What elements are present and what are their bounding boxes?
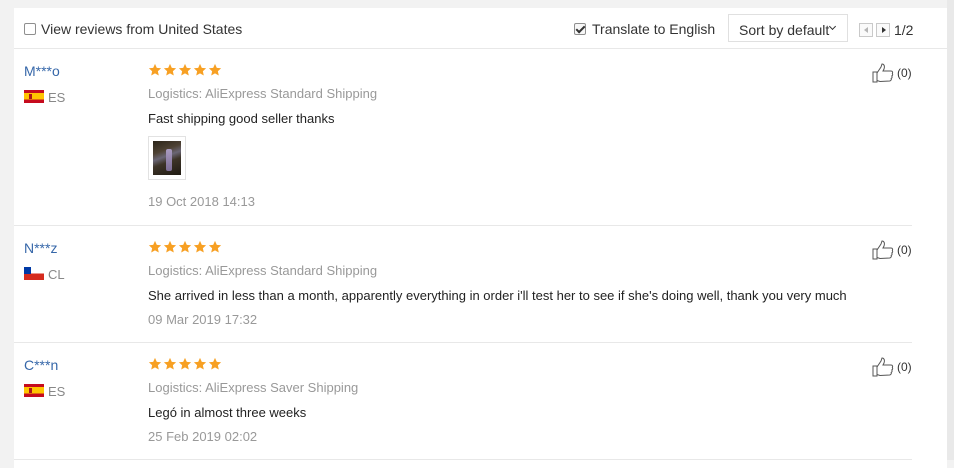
logistics-text: Logistics: AliExpress Saver Shipping <box>148 380 359 395</box>
page-edge <box>947 0 954 460</box>
star-icon <box>148 240 162 253</box>
review-item: M***o ES Logistics: AliExpress Standard … <box>14 49 912 226</box>
star-icon <box>163 357 177 370</box>
thumbs-up-icon[interactable] <box>872 240 894 260</box>
like-count: (0) <box>897 243 912 257</box>
thumbs-up-icon[interactable] <box>872 357 894 377</box>
reviewer-country: ES <box>48 90 66 105</box>
review-photo-thumbnail[interactable] <box>148 136 186 180</box>
star-icon <box>193 357 207 370</box>
review-text: Fast shipping good seller thanks <box>148 111 335 126</box>
star-icon <box>193 240 207 253</box>
like-count: (0) <box>897 66 912 80</box>
prev-page-button[interactable] <box>859 23 873 37</box>
review-item: N***z CL Logistics: AliExpress Standard … <box>14 226 912 343</box>
reviewer-name: M***o <box>24 63 60 79</box>
star-icon <box>178 240 192 253</box>
logistics-text: Logistics: AliExpress Standard Shipping <box>148 86 378 101</box>
spain-flag-icon <box>24 384 44 397</box>
star-icon <box>193 63 207 76</box>
sort-dropdown[interactable]: Sort by default <box>728 14 848 42</box>
review-text: Legó in almost three weeks <box>148 405 307 420</box>
review-photo <box>153 141 181 175</box>
chevron-down-icon <box>828 22 837 31</box>
review-item: C***n ES Logistics: AliExpress Saver Shi… <box>14 343 912 460</box>
like-count: (0) <box>897 360 912 374</box>
next-page-button[interactable] <box>876 23 890 37</box>
view-us-checkbox[interactable] <box>24 23 36 35</box>
star-icon <box>148 63 162 76</box>
review-date: 19 Oct 2018 14:13 <box>148 194 255 209</box>
translate-label[interactable]: Translate to English <box>592 21 715 37</box>
translate-checkbox[interactable] <box>574 23 586 35</box>
star-icon <box>163 63 177 76</box>
rating-stars <box>148 63 222 79</box>
reviewer-country: CL <box>48 267 65 282</box>
star-icon <box>163 240 177 253</box>
star-icon <box>208 357 222 370</box>
review-date: 09 Mar 2019 17:32 <box>148 312 258 327</box>
spain-flag-icon <box>24 90 44 103</box>
star-icon <box>208 63 222 76</box>
sort-label: Sort by default <box>739 22 830 38</box>
review-date: 25 Feb 2019 02:02 <box>148 429 258 444</box>
star-icon <box>148 357 162 370</box>
reviews-panel: View reviews from United States Translat… <box>14 8 947 468</box>
view-us-label[interactable]: View reviews from United States <box>41 21 242 37</box>
reviewer-name: C***n <box>24 357 59 373</box>
star-icon <box>178 357 192 370</box>
reviewer-country: ES <box>48 384 66 399</box>
reviews-toolbar: View reviews from United States Translat… <box>14 8 947 49</box>
chile-flag-icon <box>24 267 44 280</box>
rating-stars <box>148 240 222 256</box>
logistics-text: Logistics: AliExpress Standard Shipping <box>148 263 378 278</box>
thumbs-up-icon[interactable] <box>872 63 894 83</box>
reviewer-name: N***z <box>24 240 58 256</box>
page-indicator: 1/2 <box>894 22 914 38</box>
star-icon <box>208 240 222 253</box>
star-icon <box>178 63 192 76</box>
review-text: She arrived in less than a month, appare… <box>148 288 847 303</box>
rating-stars <box>148 357 222 373</box>
